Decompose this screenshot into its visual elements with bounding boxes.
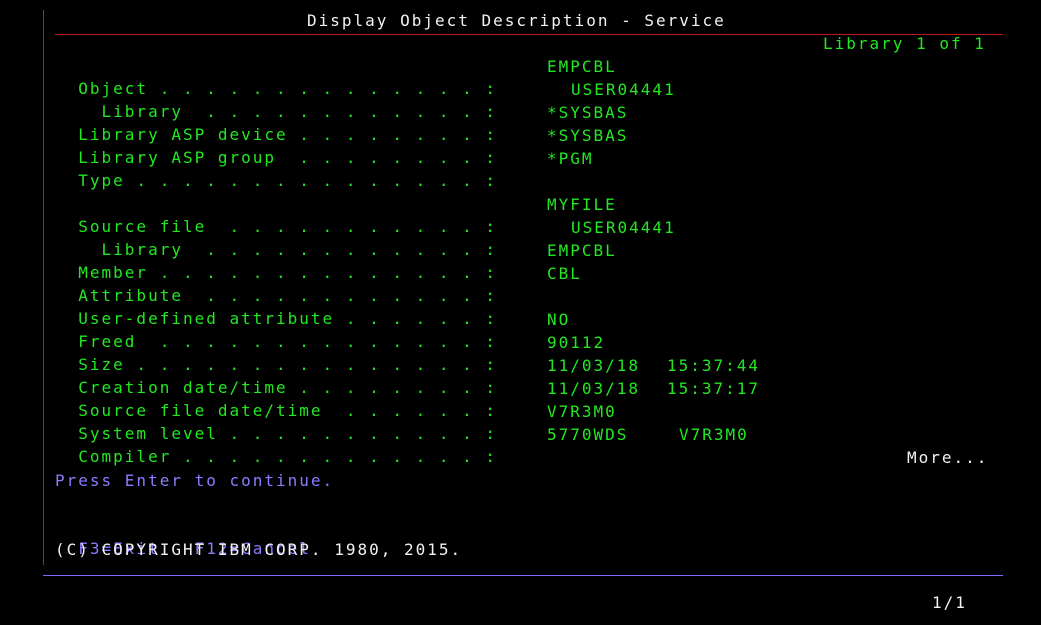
field-value: *PGM — [547, 149, 594, 168]
field-value-version: V7R3M0 — [679, 425, 749, 444]
field-value-time: 15:37:44 — [667, 356, 761, 375]
field-value: EMPCBL — [547, 57, 617, 76]
field-value: 5770WDS — [547, 425, 629, 444]
prompt-message: Press Enter to continue. — [55, 471, 335, 490]
more-indicator: More... — [907, 448, 989, 467]
field-row-library: Library . . . . . . . . . . . . : USER04… — [55, 79, 674, 121]
field-value: 11/03/18 — [547, 356, 641, 375]
field-row-member: Member . . . . . . . . . . . . . . : EMP… — [55, 240, 615, 282]
left-border-line — [43, 10, 44, 565]
screen-title: Display Object Description - Service — [307, 11, 726, 30]
field-row-creation-date-time: Creation date/time . . . . . . . . : 11/… — [55, 355, 758, 397]
field-value: *SYSBAS — [547, 103, 629, 122]
copyright-notice: (C) COPYRIGHT IBM CORP. 1980, 2015. — [55, 540, 463, 559]
field-value: EMPCBL — [547, 241, 617, 260]
field-row-attribute: Attribute . . . . . . . . . . . . : CBL — [55, 263, 580, 305]
field-value: 11/03/18 — [547, 379, 641, 398]
field-row-user-defined-attribute: User-defined attribute . . . . . . : — [55, 286, 497, 328]
field-row-compiler: Compiler . . . . . . . . . . . . . : 577… — [55, 424, 747, 466]
page-indicator: 1/1 — [932, 593, 967, 612]
field-row-type: Type . . . . . . . . . . . . . . . : *PG… — [55, 148, 591, 190]
field-value: MYFILE — [547, 195, 617, 214]
status-separator — [43, 575, 1003, 576]
field-row-source-file-date-time: Source file date/time . . . . . . : 11/0… — [55, 378, 758, 420]
field-label: Compiler . . . . . . . . . . . . . : — [78, 447, 498, 466]
field-value: 90112 — [547, 333, 606, 352]
field-value: NO — [547, 310, 571, 329]
field-value: *SYSBAS — [547, 126, 629, 145]
field-row-source-file: Source file . . . . . . . . . . . : MYFI… — [55, 194, 615, 236]
field-row-object: Object . . . . . . . . . . . . . . : EMP… — [55, 56, 615, 98]
field-value: USER04441 — [571, 218, 676, 237]
field-row-library-asp-device: Library ASP device . . . . . . . . : *SY… — [55, 102, 626, 144]
field-row-library-asp-group: Library ASP group . . . . . . . . : *SYS… — [55, 125, 626, 167]
field-row-size: Size . . . . . . . . . . . . . . . : 901… — [55, 332, 603, 374]
field-row-source-library: Library . . . . . . . . . . . . : USER04… — [55, 217, 674, 259]
library-counter: Library 1 of 1 — [823, 34, 986, 53]
field-value-time: 15:37:17 — [667, 379, 761, 398]
field-label: Type . . . . . . . . . . . . . . . : — [78, 171, 498, 190]
field-value: USER04441 — [571, 80, 676, 99]
field-row-freed: Freed . . . . . . . . . . . . . . : NO — [55, 309, 568, 351]
field-value: V7R3M0 — [547, 402, 617, 421]
field-row-system-level: System level . . . . . . . . . . . : V7R… — [55, 401, 615, 443]
field-value: CBL — [547, 264, 582, 283]
function-keys: F3=Exit F12=Cancel — [55, 516, 311, 558]
